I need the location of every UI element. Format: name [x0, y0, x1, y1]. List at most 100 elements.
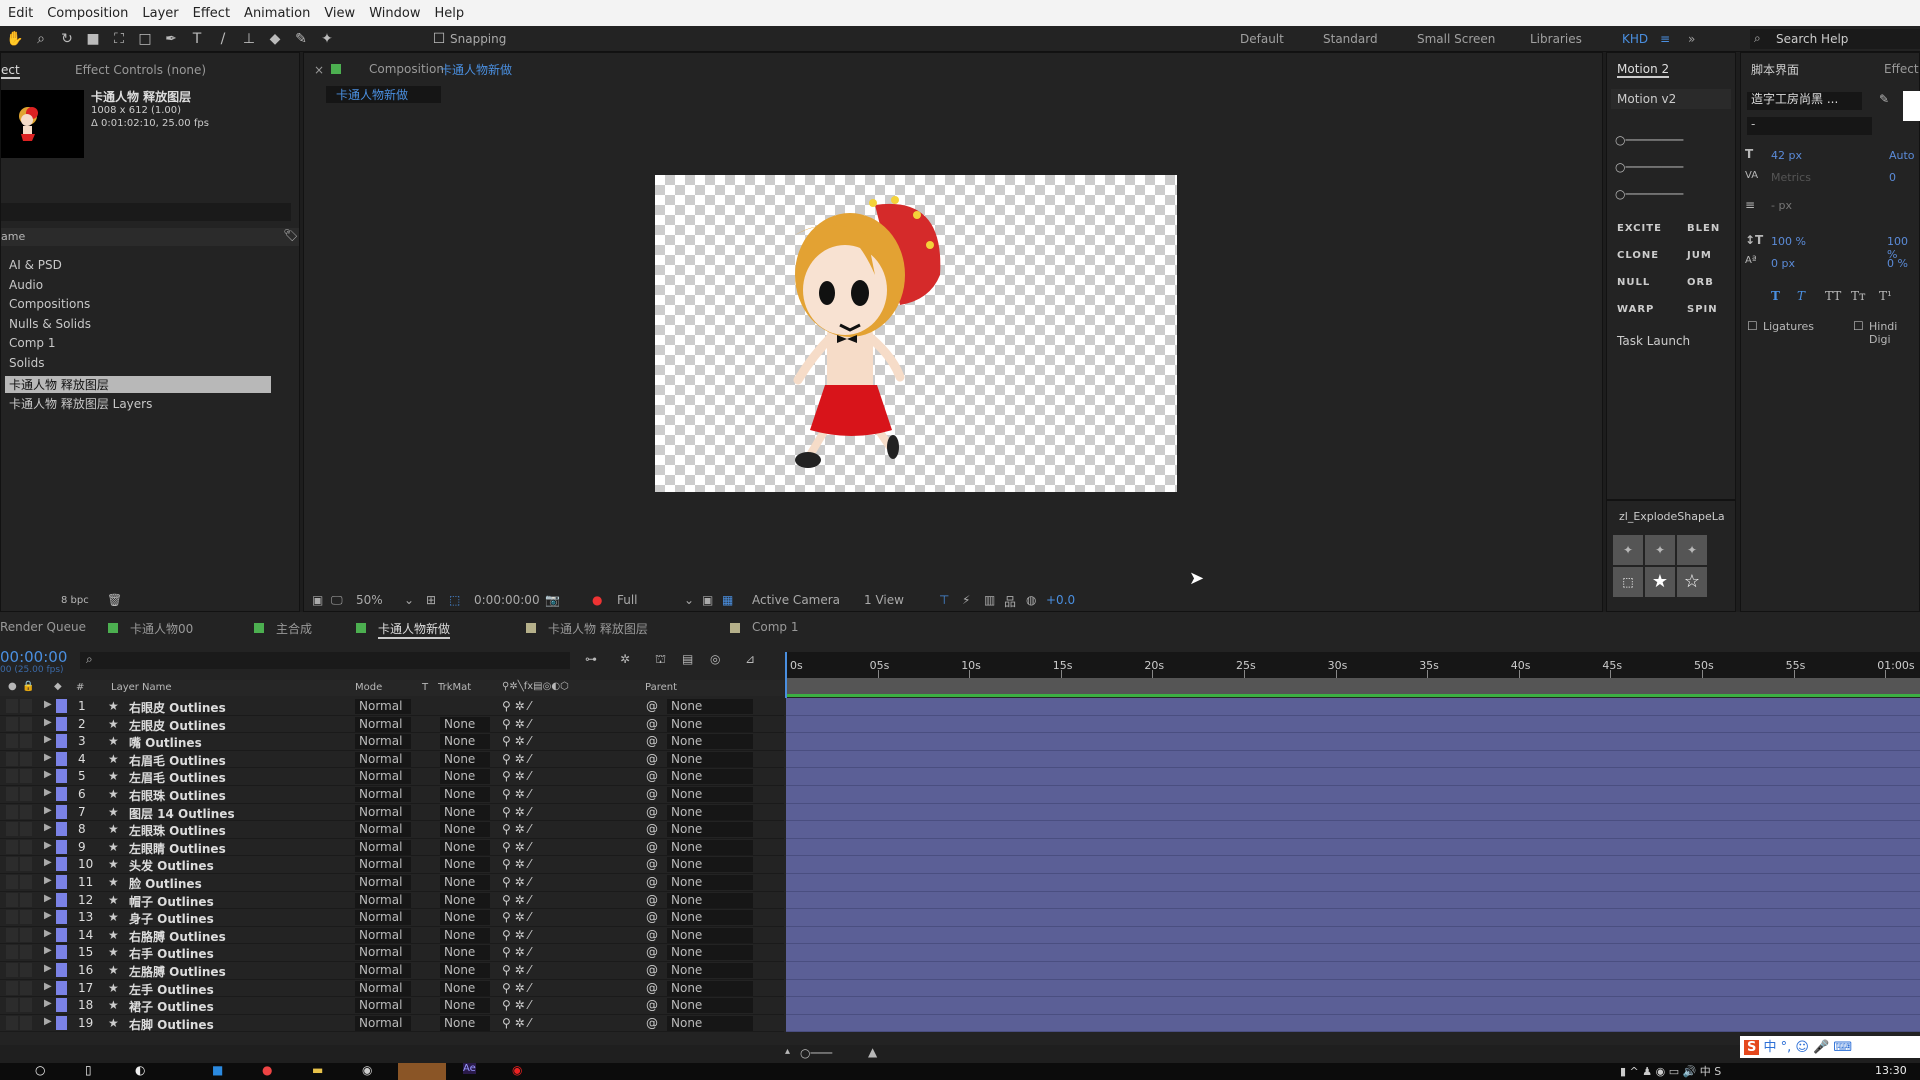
layer-name[interactable]: 裙子 Outlines	[129, 998, 214, 1015]
layer-duration-bar[interactable]	[786, 909, 1920, 927]
parent-dropdown[interactable]: None	[667, 716, 753, 732]
menu-window[interactable]: Window	[369, 6, 420, 21]
app-icon[interactable]: ◐	[135, 1063, 145, 1077]
pick-whip-icon[interactable]: @	[646, 1016, 658, 1030]
parent-dropdown[interactable]: None	[667, 857, 753, 873]
rectangle-tool-icon[interactable]: □	[134, 29, 156, 49]
tab-timeline[interactable]: 主合成	[276, 620, 312, 637]
expand-arrow-icon[interactable]: ▶	[44, 787, 52, 798]
layer-switches[interactable]: ⚲ ✲ ⁄	[502, 875, 530, 889]
parent-dropdown[interactable]: None	[667, 751, 753, 767]
project-item[interactable]: Audio	[9, 278, 43, 292]
blend-mode-dropdown[interactable]: Normal	[355, 980, 411, 996]
visibility-toggle[interactable]	[6, 857, 18, 872]
pick-whip-icon[interactable]: @	[646, 769, 658, 783]
sogou-icon[interactable]: S	[1744, 1040, 1760, 1055]
layer-row[interactable]: ▶ 1 ★ 右眼皮 Outlines Normal ⚲ ✲ ⁄ @ None	[0, 698, 784, 716]
parent-dropdown[interactable]: None	[667, 804, 753, 820]
always-preview-icon[interactable]: ▣	[312, 593, 323, 607]
parent-dropdown[interactable]: None	[667, 875, 753, 890]
file-explorer-icon[interactable]: ▬	[312, 1063, 323, 1077]
label-color[interactable]	[56, 787, 67, 801]
layer-switches[interactable]: ⚲ ✲ ⁄	[502, 787, 530, 801]
blend-mode-dropdown[interactable]: Normal	[355, 963, 411, 978]
pick-whip-icon[interactable]: @	[646, 752, 658, 766]
project-item[interactable]: 卡通人物 释放图层	[5, 375, 271, 393]
layer-name[interactable]: 左手 Outlines	[129, 981, 214, 998]
project-item[interactable]: Comp 1	[9, 336, 55, 350]
layer-switches[interactable]: ⚲ ✲ ⁄	[502, 822, 530, 836]
comp-canvas[interactable]	[655, 175, 1177, 492]
lock-toggle[interactable]	[20, 980, 32, 995]
layer-name[interactable]: 左眼皮 Outlines	[129, 717, 226, 734]
playhead[interactable]	[781, 652, 791, 698]
trkmat-dropdown[interactable]: None	[440, 927, 490, 943]
visibility-toggle[interactable]	[6, 804, 18, 819]
layer-row[interactable]: ▶ 5 ★ 左眉毛 Outlines Normal None ⚲ ✲ ⁄ @ None	[0, 768, 784, 786]
tsume-value[interactable]: 0 %	[1887, 257, 1908, 270]
layer-duration-bar[interactable]	[786, 874, 1920, 892]
explode-star-icon[interactable]: ✦	[1645, 535, 1675, 565]
parent-dropdown[interactable]: None	[667, 787, 753, 802]
layer-duration-bar[interactable]	[786, 856, 1920, 874]
graph-editor-icon[interactable]: ⊿	[745, 652, 755, 666]
trkmat-dropdown[interactable]: None	[440, 875, 490, 890]
visibility-toggle[interactable]	[6, 892, 18, 907]
blend-mode-dropdown[interactable]: Normal	[355, 892, 411, 908]
expand-arrow-icon[interactable]: ▶	[44, 998, 52, 1009]
resolution-dropdown[interactable]: Full	[617, 593, 638, 607]
layer-row[interactable]: ▶ 2 ★ 左眼皮 Outlines Normal None ⚲ ✲ ⁄ @ None	[0, 716, 784, 734]
flowchart-icon[interactable]: 品	[1004, 593, 1016, 610]
tracking-value[interactable]: 0	[1889, 171, 1896, 184]
search-icon[interactable]: ○	[35, 1063, 45, 1077]
timeline-timecode[interactable]: 00:00:00	[0, 648, 67, 666]
blend-mode-dropdown[interactable]: Normal	[355, 751, 411, 767]
fast-preview-icon[interactable]: ⚡	[962, 593, 970, 607]
kerning-value[interactable]: Metrics	[1771, 171, 1811, 184]
project-search-input[interactable]	[1, 203, 291, 221]
layer-switches[interactable]: ⚲ ✲ ⁄	[502, 769, 530, 783]
label-color[interactable]	[56, 751, 67, 766]
tab-motion2[interactable]: Motion 2	[1617, 62, 1670, 78]
parent-dropdown[interactable]: None	[667, 910, 753, 926]
font-style-dropdown[interactable]: -	[1747, 117, 1872, 135]
layer-name[interactable]: 嘴 Outlines	[129, 734, 202, 751]
more-workspaces-icon[interactable]: »	[1688, 32, 1695, 46]
layer-duration-bar[interactable]	[786, 962, 1920, 980]
parent-dropdown[interactable]: None	[667, 980, 753, 996]
tab-timeline[interactable]: 卡通人物00	[130, 620, 193, 637]
lock-toggle[interactable]	[20, 963, 32, 977]
expand-arrow-icon[interactable]: ▶	[44, 822, 52, 833]
task-launch[interactable]: Task Launch	[1617, 334, 1690, 348]
bounding-box-icon[interactable]: ⬚	[1613, 567, 1643, 597]
label-tag-icon[interactable]: 🏷	[283, 228, 298, 242]
label-color[interactable]	[56, 963, 67, 977]
pick-whip-icon[interactable]: @	[646, 840, 658, 854]
expand-arrow-icon[interactable]: ▶	[44, 1016, 52, 1027]
explode-star-icon[interactable]: ✦	[1613, 535, 1643, 565]
parent-dropdown[interactable]: None	[667, 769, 753, 785]
expand-arrow-icon[interactable]: ▶	[44, 857, 52, 868]
superscript-button[interactable]: T¹	[1879, 289, 1892, 303]
chevron-down-icon[interactable]: ⌄	[684, 593, 694, 607]
lock-toggle[interactable]	[20, 787, 32, 801]
workspace-khd[interactable]: KHD	[1622, 32, 1648, 46]
toggle-pixel-aspect-icon[interactable]: ⊤	[939, 593, 949, 607]
pick-whip-icon[interactable]: @	[646, 910, 658, 924]
project-item[interactable]: Nulls & Solids	[9, 317, 91, 331]
blend-mode-dropdown[interactable]: Normal	[355, 699, 411, 714]
menu-layer[interactable]: Layer	[142, 6, 178, 21]
expand-arrow-icon[interactable]: ▶	[44, 893, 52, 904]
layer-duration-bar[interactable]	[786, 803, 1920, 822]
lock-toggle[interactable]	[20, 769, 32, 784]
pin-tool-icon[interactable]: ✦	[316, 29, 338, 49]
layer-search-input[interactable]: ⌕	[80, 652, 570, 669]
layer-duration-bar[interactable]	[786, 821, 1920, 839]
motion-button-orb[interactable]: ORB	[1687, 277, 1714, 288]
current-time[interactable]: 0:00:00:00	[474, 593, 540, 607]
blend-mode-dropdown[interactable]: Normal	[355, 998, 411, 1014]
trkmat-dropdown[interactable]: None	[440, 716, 490, 732]
tab-timeline[interactable]: 卡通人物 释放图层	[548, 620, 648, 637]
layer-name[interactable]: 右眼珠 Outlines	[129, 787, 226, 804]
pick-whip-icon[interactable]: @	[646, 998, 658, 1012]
